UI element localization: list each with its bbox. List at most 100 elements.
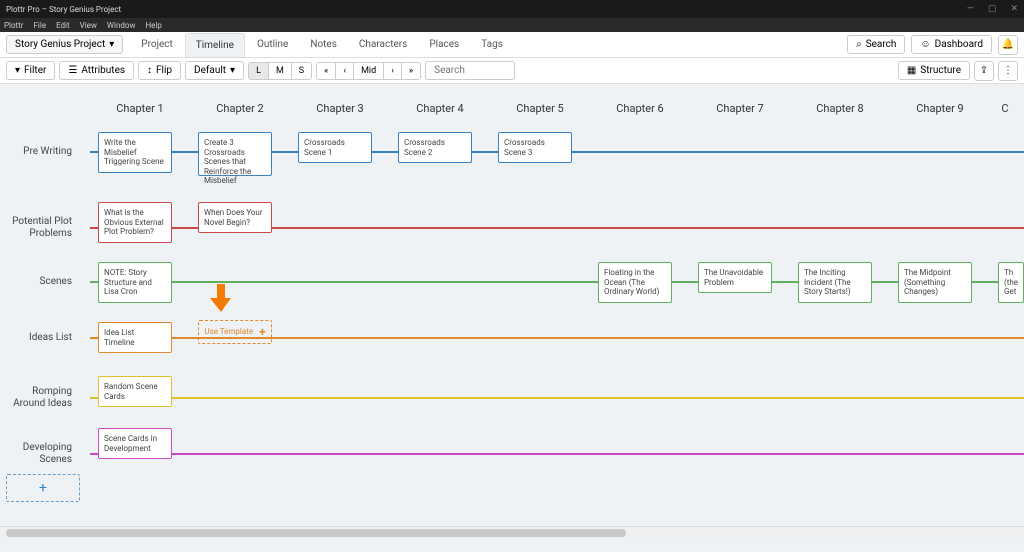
chapter-header[interactable]: Chapter 4 [390, 102, 490, 115]
chapter-header[interactable]: Chapter 3 [290, 102, 390, 115]
chapter-header[interactable]: Chapter 7 [690, 102, 790, 115]
menu-view[interactable]: View [80, 21, 97, 30]
window-titlebar: Plottr Pro – Story Genius Project — ▢ ✕ [0, 0, 1024, 18]
menu-window[interactable]: Window [107, 21, 136, 30]
plotline-label[interactable]: Pre Writing [0, 146, 80, 158]
nav-prev[interactable]: ‹ [336, 63, 354, 79]
plotline-label[interactable]: Romping Around Ideas [0, 386, 80, 410]
bell-icon: 🔔 [1002, 39, 1014, 50]
scene-card[interactable]: Th (the Get [998, 262, 1024, 303]
plus-icon: + [39, 480, 47, 496]
scrollbar-thumb[interactable] [6, 529, 626, 537]
menu-help[interactable]: Help [145, 21, 161, 30]
grid-icon: ▦ [907, 65, 916, 76]
minimize-icon[interactable]: — [967, 4, 974, 14]
scene-card[interactable]: Crossroads Scene 3 [498, 132, 572, 163]
window-title: Plottr Pro – Story Genius Project [6, 5, 121, 14]
scene-card[interactable]: Floating in the Ocean (The Ordinary Worl… [598, 262, 672, 303]
dashboard-button-label: Dashboard [935, 39, 983, 50]
zoom-small[interactable]: S [292, 63, 311, 79]
nav-first[interactable]: « [317, 63, 336, 79]
flip-label: Flip [156, 65, 172, 76]
notifications-button[interactable]: 🔔 [998, 35, 1018, 55]
chapter-header[interactable]: C [990, 102, 1020, 115]
nav-last[interactable]: » [402, 63, 420, 79]
tab-tags[interactable]: Tags [471, 33, 513, 56]
structure-button[interactable]: ▦ Structure [898, 61, 970, 80]
scene-card[interactable]: Idea List Timeline [98, 322, 172, 353]
tab-characters[interactable]: Characters [349, 33, 417, 56]
scene-card[interactable]: Crossroads Scene 1 [298, 132, 372, 163]
plotline-label[interactable]: Scenes [0, 276, 80, 288]
tutorial-arrow-icon [210, 284, 232, 316]
maximize-icon[interactable]: ▢ [988, 4, 997, 14]
plotline-line [90, 397, 1024, 399]
timeline-board[interactable]: Chapter 1 Chapter 2 Chapter 3 Chapter 4 … [0, 84, 1024, 538]
menu-file[interactable]: File [34, 21, 47, 30]
zoom-group: L M S [248, 62, 312, 80]
chapter-header[interactable]: Chapter 5 [490, 102, 590, 115]
attributes-button[interactable]: ☰ Attributes [59, 61, 134, 80]
filter-button[interactable]: ▾ Filter [6, 61, 55, 80]
scene-card[interactable]: Crossroads Scene 2 [398, 132, 472, 163]
nav-next[interactable]: › [384, 63, 402, 79]
menu-plottr[interactable]: Plottr [4, 21, 24, 30]
horizontal-scrollbar[interactable] [0, 526, 1024, 538]
plotline-label[interactable]: Potential Plot Problems [0, 216, 80, 240]
scene-card[interactable]: Scene Cards in Development [98, 428, 172, 459]
zoom-medium[interactable]: M [269, 63, 292, 79]
tab-timeline[interactable]: Timeline [185, 33, 245, 57]
plotline-line [90, 281, 1024, 283]
tab-notes[interactable]: Notes [300, 33, 347, 56]
add-card-use-template[interactable]: Use Template + [198, 320, 272, 344]
project-selector-label: Story Genius Project [15, 39, 105, 50]
dashboard-button[interactable]: ☺ Dashboard [911, 35, 992, 54]
plotline-label[interactable]: Developing Scenes [0, 442, 80, 466]
tab-places[interactable]: Places [419, 33, 469, 56]
more-button[interactable]: ⋮ [998, 61, 1018, 81]
export-button[interactable]: ⇪ [974, 61, 994, 81]
scene-card[interactable]: The Inciting Incident (The Story Starts!… [798, 262, 872, 303]
flip-icon: ↕ [147, 65, 152, 76]
chevron-down-icon: ▾ [230, 65, 235, 76]
chapter-header[interactable]: Chapter 2 [190, 102, 290, 115]
filter-label: Filter [24, 65, 46, 76]
flip-button[interactable]: ↕ Flip [138, 61, 181, 80]
close-icon[interactable]: ✕ [1010, 4, 1018, 14]
tab-project[interactable]: Project [131, 33, 183, 56]
search-button[interactable]: ⌕ Search [847, 35, 905, 54]
window-controls: — ▢ ✕ [967, 4, 1018, 14]
chapter-header[interactable]: Chapter 8 [790, 102, 890, 115]
chapter-header[interactable]: Chapter 1 [90, 102, 190, 115]
add-plotline-button[interactable]: + [6, 474, 80, 502]
scene-card[interactable]: NOTE: Story Structure and Lisa Cron [98, 262, 172, 303]
scene-card[interactable]: When Does Your Novel Begin? [198, 202, 272, 233]
nav-mid[interactable]: Mid [354, 63, 384, 79]
zoom-large[interactable]: L [249, 63, 269, 79]
chapter-header[interactable]: Chapter 9 [890, 102, 990, 115]
scene-card[interactable]: Random Scene Cards [98, 376, 172, 407]
plotline-label[interactable]: Ideas List [0, 332, 80, 344]
plotline-line [90, 453, 1024, 455]
scene-card[interactable]: Write the Misbelief Triggering Scene [98, 132, 172, 173]
color-default-label: Default [194, 65, 226, 76]
search-button-label: Search [866, 39, 897, 50]
timeline-toolbar: ▾ Filter ☰ Attributes ↕ Flip Default ▾ L… [0, 58, 1024, 84]
scene-card[interactable]: Create 3 Crossroads Scenes that Reinforc… [198, 132, 272, 176]
user-icon: ☺ [920, 39, 930, 50]
scene-card[interactable]: What is the Obvious External Plot Proble… [98, 202, 172, 243]
search-icon: ⌕ [856, 39, 862, 50]
project-selector[interactable]: Story Genius Project ▾ [6, 35, 123, 54]
chapter-header-row: Chapter 1 Chapter 2 Chapter 3 Chapter 4 … [90, 102, 1020, 115]
scene-card[interactable]: The Unavoidable Problem [698, 262, 772, 293]
color-default-button[interactable]: Default ▾ [185, 61, 244, 80]
nav-group: « ‹ Mid › » [316, 62, 421, 80]
chevron-down-icon: ▾ [109, 39, 114, 50]
tab-outline[interactable]: Outline [247, 33, 298, 56]
chapter-header[interactable]: Chapter 6 [590, 102, 690, 115]
structure-label: Structure [920, 65, 961, 76]
menu-edit[interactable]: Edit [56, 21, 70, 30]
attributes-label: Attributes [81, 65, 125, 76]
scene-card[interactable]: The Midpoint (Something Changes) [898, 262, 972, 303]
timeline-search-input[interactable] [425, 61, 515, 80]
